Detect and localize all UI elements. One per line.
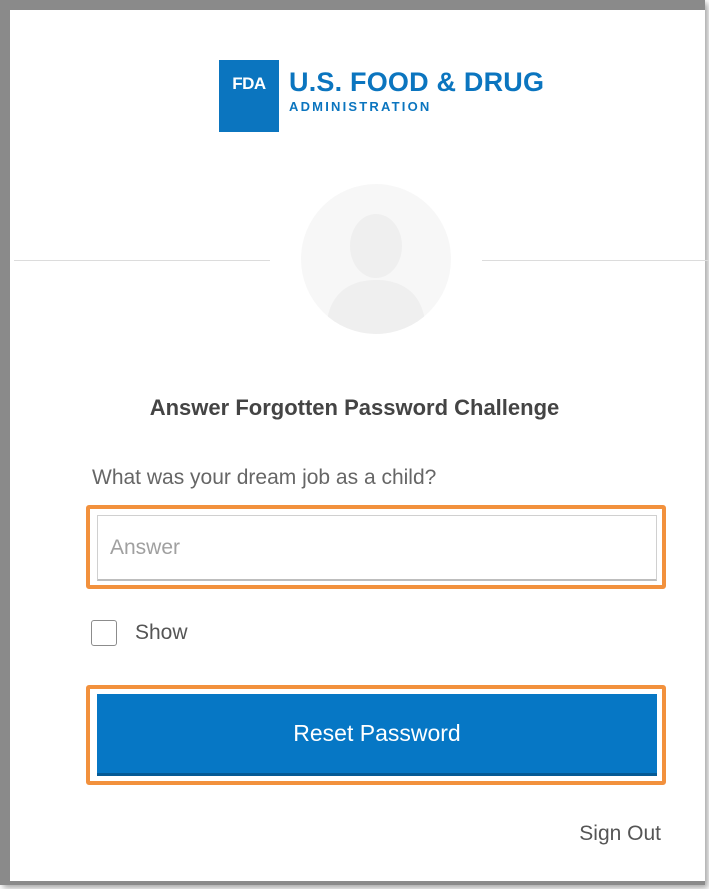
fda-logo: FDA U.S. FOOD & DRUG ADMINISTRATION [219,60,544,132]
page-title: Answer Forgotten Password Challenge [149,395,560,420]
answer-input[interactable] [97,515,657,581]
show-toggle-row: Show [91,620,188,646]
show-checkbox[interactable] [91,620,117,646]
reset-password-button[interactable]: Reset Password [97,694,657,776]
show-label: Show [135,621,188,644]
divider-left [14,260,270,261]
fda-logo-mark: FDA [219,60,279,132]
user-avatar [301,184,451,334]
answer-highlight [86,505,666,589]
fda-logo-text: U.S. FOOD & DRUG ADMINISTRATION [289,68,544,114]
sign-out-link[interactable]: Sign Out [579,822,661,846]
security-question: What was your dream job as a child? [92,466,437,489]
divider-right [482,260,709,261]
user-silhouette-icon [326,214,426,334]
reset-highlight: Reset Password [86,685,666,785]
fda-logo-title: U.S. FOOD & DRUG [289,67,545,97]
fda-logo-subtitle: ADMINISTRATION [289,99,432,114]
